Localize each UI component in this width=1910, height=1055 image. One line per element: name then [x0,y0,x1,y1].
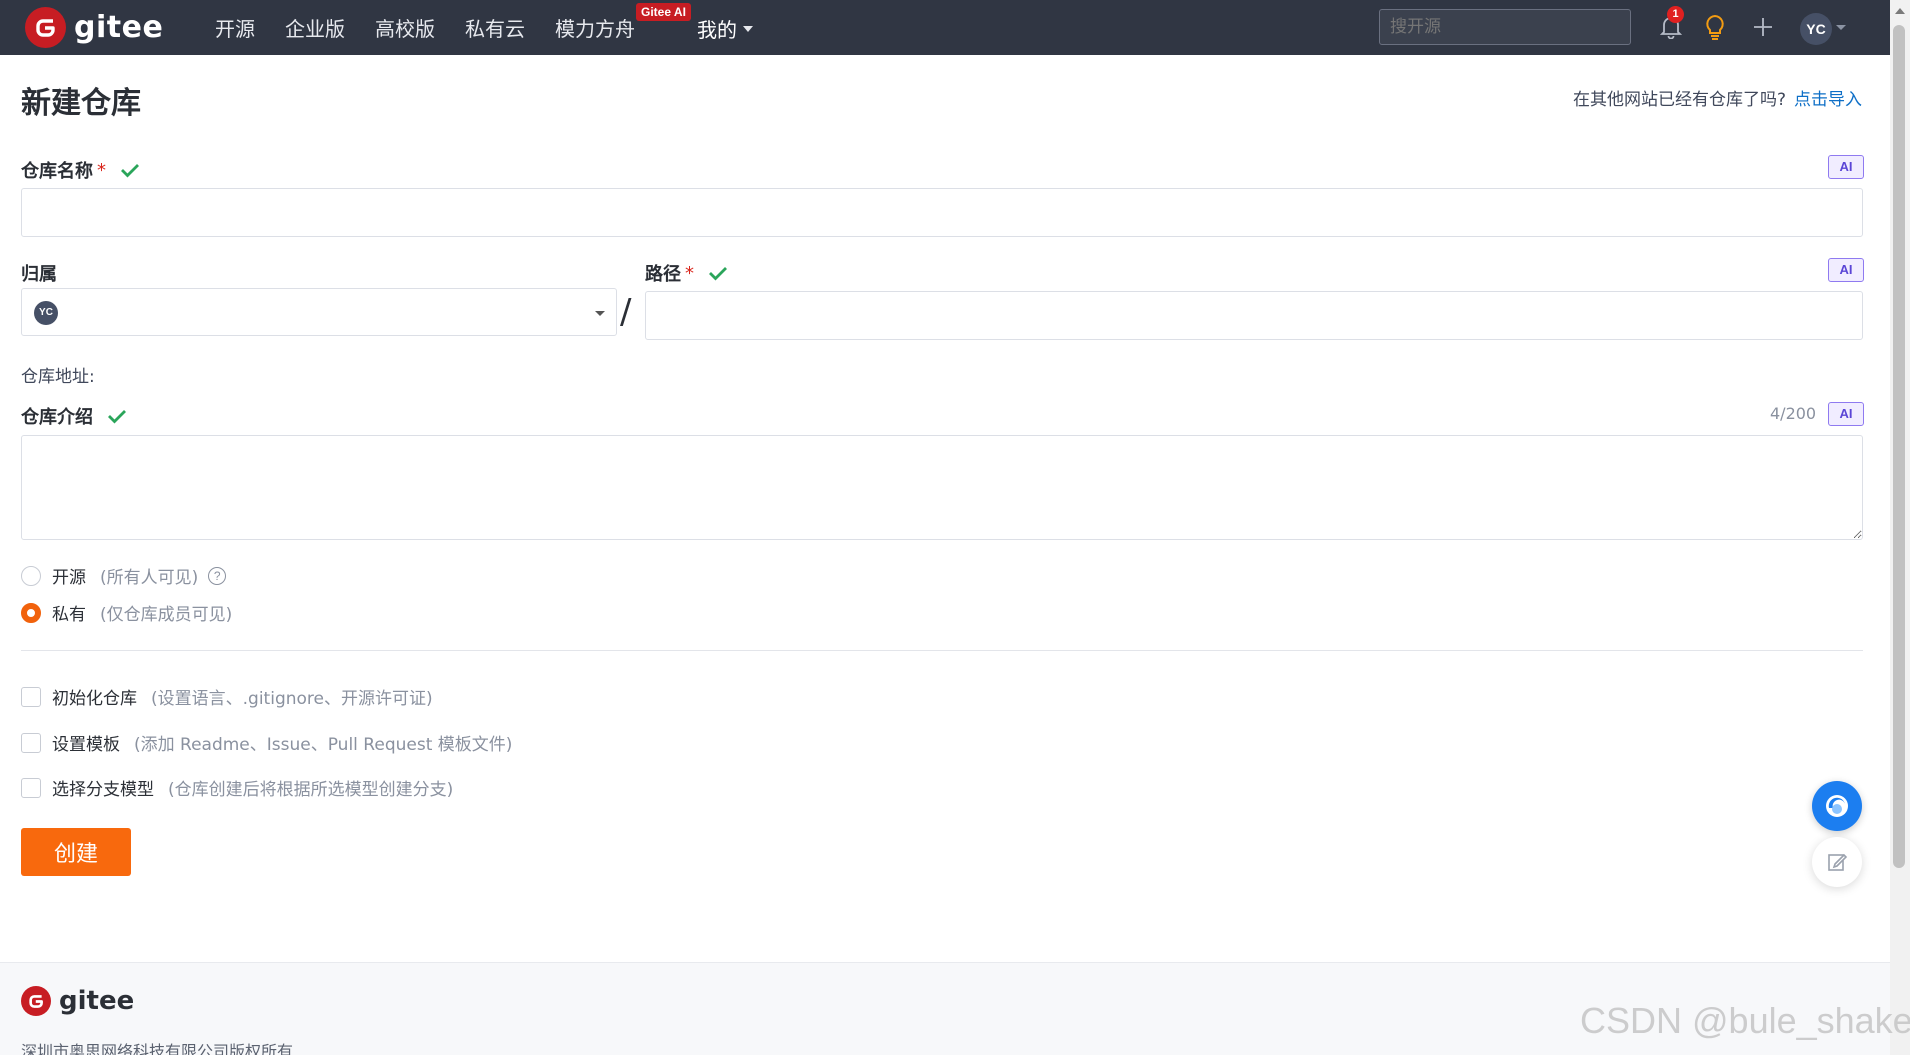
option-hint: (设置语言、.gitignore、开源许可证) [151,689,433,709]
gitee-logo-icon [21,986,51,1016]
scroll-up-arrow-icon[interactable] [1895,8,1905,14]
public-radio[interactable] [21,565,41,586]
page-title: 新建仓库 [21,86,141,121]
lightbulb-icon[interactable] [1700,12,1730,42]
public-hint: (所有人可见) [100,568,199,588]
owner-label-text: 归属 [21,264,57,285]
nav-link-education[interactable]: 高校版 [375,13,435,42]
chat-bubble-icon[interactable] [1812,781,1862,831]
check-icon [708,265,728,281]
template-option[interactable]: 设置模板 (添加 Readme、Issue、Pull Request 模板文件) [21,730,512,755]
import-prompt-text: 在其他网站已经有仓库了吗? [1572,90,1786,110]
public-label: 开源 [52,568,86,588]
create-button[interactable]: 创建 [21,828,131,876]
init-repo-checkbox[interactable] [21,686,41,707]
path-ai-button[interactable]: AI [1828,258,1864,282]
import-link[interactable]: 点击导入 [1794,90,1862,110]
nav-link-private-cloud[interactable]: 私有云 [465,13,525,42]
branch-model-checkbox[interactable] [21,777,41,798]
import-prompt-line: 在其他网站已经有仓库了吗? 点击导入 [1573,85,1862,110]
path-label-text: 路径 [645,264,681,285]
private-radio[interactable] [21,602,41,623]
owner-label: 归属 [21,260,57,286]
gitee-logo-icon [25,7,66,48]
option-label: 选择分支模型 [52,780,154,800]
nav-link-moli[interactable]: 模力方舟 [555,13,635,42]
gitee-logo[interactable]: gitee [25,7,163,48]
path-separator: / [620,292,632,332]
footer-copyright: 深圳市奥思网络科技有限公司版权所有 [21,1042,294,1055]
scrollbar-thumb[interactable] [1893,25,1905,868]
check-icon [107,408,127,424]
top-navbar: gitee 开源 企业版 高校版 私有云 模力方舟 Gitee AI 我的 1 … [0,0,1890,55]
visibility-public-option[interactable]: 开源 (所有人可见) ? [21,563,227,588]
repo-name-label: 仓库名称 * [21,157,140,183]
owner-avatar: YC [34,301,58,325]
repo-name-label-text: 仓库名称 [21,161,93,182]
path-label: 路径 * [645,260,728,286]
gitee-ai-badge[interactable]: Gitee AI [636,3,691,21]
path-input[interactable] [645,291,1863,340]
nav-links: 开源 企业版 高校版 私有云 模力方舟 [215,0,665,55]
watermark-text: CSDN @bule_shake [1580,1000,1910,1041]
section-divider [21,650,1863,651]
nav-link-opensource[interactable]: 开源 [215,13,255,42]
brand-name: gitee [74,10,164,45]
private-label: 私有 [52,605,86,625]
repo-name-ai-button[interactable]: AI [1828,155,1864,179]
required-mark: * [685,262,694,284]
plus-icon[interactable] [1748,12,1778,42]
visibility-private-option[interactable]: 私有 (仅仓库成员可见) [21,600,232,625]
option-label: 设置模板 [52,735,120,755]
nav-mine-dropdown[interactable]: 我的 [697,14,753,43]
branch-model-option[interactable]: 选择分支模型 (仓库创建后将根据所选模型创建分支) [21,775,453,800]
required-mark: * [97,159,106,181]
repo-name-input[interactable] [21,188,1863,237]
option-label: 初始化仓库 [52,689,137,709]
owner-select[interactable]: YC [21,288,617,336]
footer-brand-name: gitee [59,986,135,1016]
search-input[interactable] [1379,9,1631,45]
intro-char-counter: 4/200 [1770,404,1817,423]
chevron-down-icon [595,311,605,316]
intro-ai-button[interactable]: AI [1828,402,1864,426]
template-checkbox[interactable] [21,732,41,753]
intro-label-text: 仓库介绍 [21,407,93,428]
nav-link-enterprise[interactable]: 企业版 [285,13,345,42]
repo-address-label: 仓库地址: [21,367,95,387]
init-repo-option[interactable]: 初始化仓库 (设置语言、.gitignore、开源许可证) [21,684,433,709]
private-hint: (仅仓库成员可见) [100,605,233,625]
check-icon [120,162,140,178]
option-hint: (仓库创建后将根据所选模型创建分支) [168,780,454,800]
avatar-chevron-down-icon[interactable] [1836,25,1846,30]
footer-logo[interactable]: gitee [21,986,134,1016]
nav-mine-label: 我的 [697,18,737,42]
intro-textarea[interactable] [21,435,1863,540]
intro-label: 仓库介绍 [21,403,127,429]
help-icon[interactable]: ? [208,566,227,585]
option-hint: (添加 Readme、Issue、Pull Request 模板文件) [134,735,513,755]
user-avatar[interactable]: YC [1800,13,1832,45]
notification-count-badge: 1 [1667,6,1684,23]
chevron-down-icon [743,25,753,32]
feedback-edit-icon[interactable] [1812,837,1862,887]
